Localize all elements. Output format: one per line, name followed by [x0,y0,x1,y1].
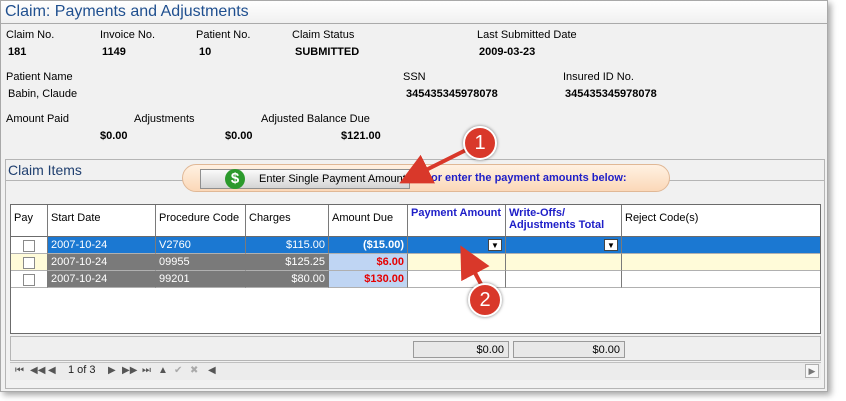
callout-arrow-1 [399,148,467,184]
annotation-arrows [399,148,490,287]
callout-badge-1: 1 [463,126,497,160]
callout-badge-2: 2 [468,283,502,317]
callout-arrow-2 [460,245,490,287]
